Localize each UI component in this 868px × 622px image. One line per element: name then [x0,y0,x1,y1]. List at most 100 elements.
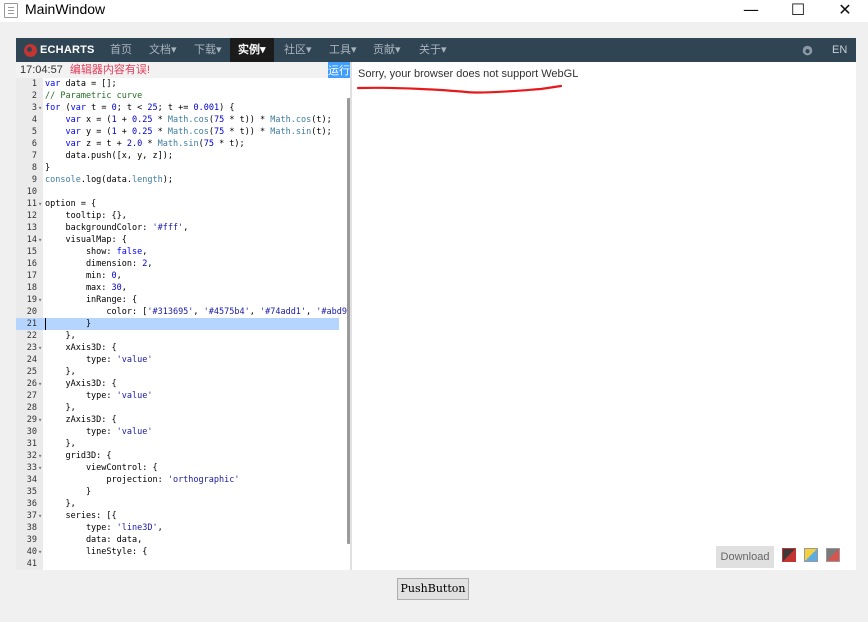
line-number: 13 [26,223,37,233]
line-number: 36 [26,499,37,509]
code-line[interactable]: 34 projection: 'orthographic' [16,474,339,486]
theme-vintage-icon[interactable] [804,548,818,562]
fold-toggle-icon[interactable]: ▾ [38,342,42,354]
code-line[interactable]: 15 show: false, [16,246,339,258]
code-text: }, [45,403,76,413]
nav-item-2[interactable]: 下载▾ [194,38,222,62]
code-line[interactable]: 16 dimension: 2, [16,258,339,270]
code-text: data.push([x, y, z]); [45,151,173,161]
fold-toggle-icon[interactable]: ▾ [38,294,42,306]
line-number: 14 [26,235,37,245]
line-number: 37 [26,511,37,521]
nav-item-1[interactable]: 文档▾ [149,38,177,62]
code-line[interactable]: 26 ▾ yAxis3D: { [16,378,339,390]
code-text: type: 'value' [45,391,153,401]
fold-toggle-icon[interactable]: ▾ [38,450,42,462]
code-editor[interactable]: 1 var data = []; 2// Parametric curve 3 ▾ for… [16,78,350,570]
line-number: 32 [26,451,37,461]
line-number: 22 [26,331,37,341]
code-line[interactable]: 27 type: 'value' [16,390,339,402]
download-button[interactable]: Download [716,546,774,568]
code-line[interactable]: 2 // Parametric curve [16,90,339,102]
code-line[interactable]: 3 ▾ for (var t = 0; t < 25; t += 0.001) { [16,102,339,114]
nav-item-6[interactable]: 贡献▾ [373,38,401,62]
line-number: 21 [26,319,37,329]
code-text: inRange: { [45,295,138,305]
code-line[interactable]: 12 tooltip: {}, [16,210,339,222]
code-line[interactable]: 32 ▾ grid3D: { [16,450,339,462]
line-number: 28 [26,403,37,413]
code-line[interactable]: 1 var data = []; [16,78,339,90]
code-text: lineStyle: { [45,547,148,557]
code-line[interactable]: 39 data: data, [16,534,339,546]
code-line[interactable]: 28 }, [16,402,339,414]
code-line[interactable]: 40 ▾ lineStyle: { [16,546,339,558]
nav-item-3[interactable]: 实例▾ [230,38,274,62]
line-number: 33 [26,463,37,473]
code-line[interactable]: 8} [16,162,339,174]
code-line[interactable]: 31 }, [16,438,339,450]
nav-item-7[interactable]: 关于▾ [419,38,447,62]
fold-toggle-icon[interactable]: ▾ [38,234,42,246]
code-line[interactable]: 11 ▾ option = { [16,198,339,210]
echarts-logo[interactable]: ECHARTS [24,42,95,58]
language-switch[interactable]: EN [832,38,847,62]
line-number: 38 [26,523,37,533]
code-line[interactable]: 5 var y = (1 + 0.25 * Math.cos(75 * t)) … [16,126,339,138]
code-line[interactable]: 10 [16,186,339,198]
nav-item-4[interactable]: 社区▾ [284,38,312,62]
code-text: type: 'value' [45,427,153,437]
code-line[interactable]: 37 ▾ series: [{ [16,510,339,522]
code-line[interactable]: 30 type: 'value' [16,426,339,438]
fold-toggle-icon[interactable]: ▾ [38,546,42,558]
code-line[interactable]: 23 ▾ xAxis3D: { [16,342,339,354]
line-number: 7 [31,151,37,161]
fold-toggle-icon[interactable]: ▾ [38,510,42,522]
code-text: // Parametric curve [45,91,143,101]
fold-toggle-icon[interactable]: ▾ [38,102,42,114]
minimize-button[interactable]: — [728,0,774,22]
fold-toggle-icon[interactable]: ▾ [38,462,42,474]
code-text: visualMap: { [45,235,127,245]
line-number: 35 [26,487,37,497]
code-line[interactable]: 14 ▾ visualMap: { [16,234,339,246]
code-line[interactable]: 13 backgroundColor: '#fff', [16,222,339,234]
code-line[interactable]: 38 type: 'line3D', [16,522,339,534]
code-line[interactable]: 9 console.log(data.length); [16,174,339,186]
code-line[interactable]: 20 color: ['#313695', '#4575b4', '#74add… [16,306,347,318]
code-line[interactable]: 21 } [16,318,339,330]
web-view: ECHARTS 首页 文档▾ 下载▾ 实例▾ 社区▾ 工具▾ 贡献▾ 关于▾ EN 17:04… [16,38,856,570]
maximize-button[interactable]: ☐ [775,0,821,22]
code-line[interactable]: 17 min: 0, [16,270,339,282]
nav-item-5[interactable]: 工具▾ [329,38,357,62]
code-line[interactable]: 35 } [16,486,339,498]
code-text: console.log(data.length); [45,175,173,185]
code-line[interactable]: 4 var x = (1 + 0.25 * Math.cos(75 * t)) … [16,114,339,126]
code-line[interactable]: 25 }, [16,366,339,378]
code-text: for (var t = 0; t < 25; t += 0.001) { [45,103,235,113]
code-line[interactable]: 36 }, [16,498,339,510]
code-line[interactable]: 41 [16,558,339,570]
code-line[interactable]: 19 ▾ inRange: { [16,294,339,306]
close-button[interactable]: ✕ [822,0,868,22]
theme-macarons-icon[interactable] [826,548,840,562]
theme-dark-icon[interactable] [782,548,796,562]
line-number: 23 [26,343,37,353]
code-line[interactable]: 18 max: 30, [16,282,339,294]
app-icon [4,3,18,18]
code-line[interactable]: 22 }, [16,330,339,342]
code-line[interactable]: 29 ▾ zAxis3D: { [16,414,339,426]
code-line[interactable]: 6 var z = t + 2.0 * Math.sin(75 * t); [16,138,339,150]
window-titlebar: MainWindow — ☐ ✕ [0,0,868,22]
fold-toggle-icon[interactable]: ▾ [38,198,42,210]
code-text: } [45,487,92,497]
code-line[interactable]: 33 ▾ viewControl: { [16,462,339,474]
fold-toggle-icon[interactable]: ▾ [38,414,42,426]
code-line[interactable]: 24 type: 'value' [16,354,339,366]
nav-item-0[interactable]: 首页 [110,38,132,62]
push-button[interactable]: PushButton [397,578,469,600]
github-icon[interactable] [802,38,813,62]
code-line[interactable]: 7 data.push([x, y, z]); [16,150,339,162]
fold-toggle-icon[interactable]: ▾ [38,378,42,390]
line-number: 5 [31,127,37,137]
